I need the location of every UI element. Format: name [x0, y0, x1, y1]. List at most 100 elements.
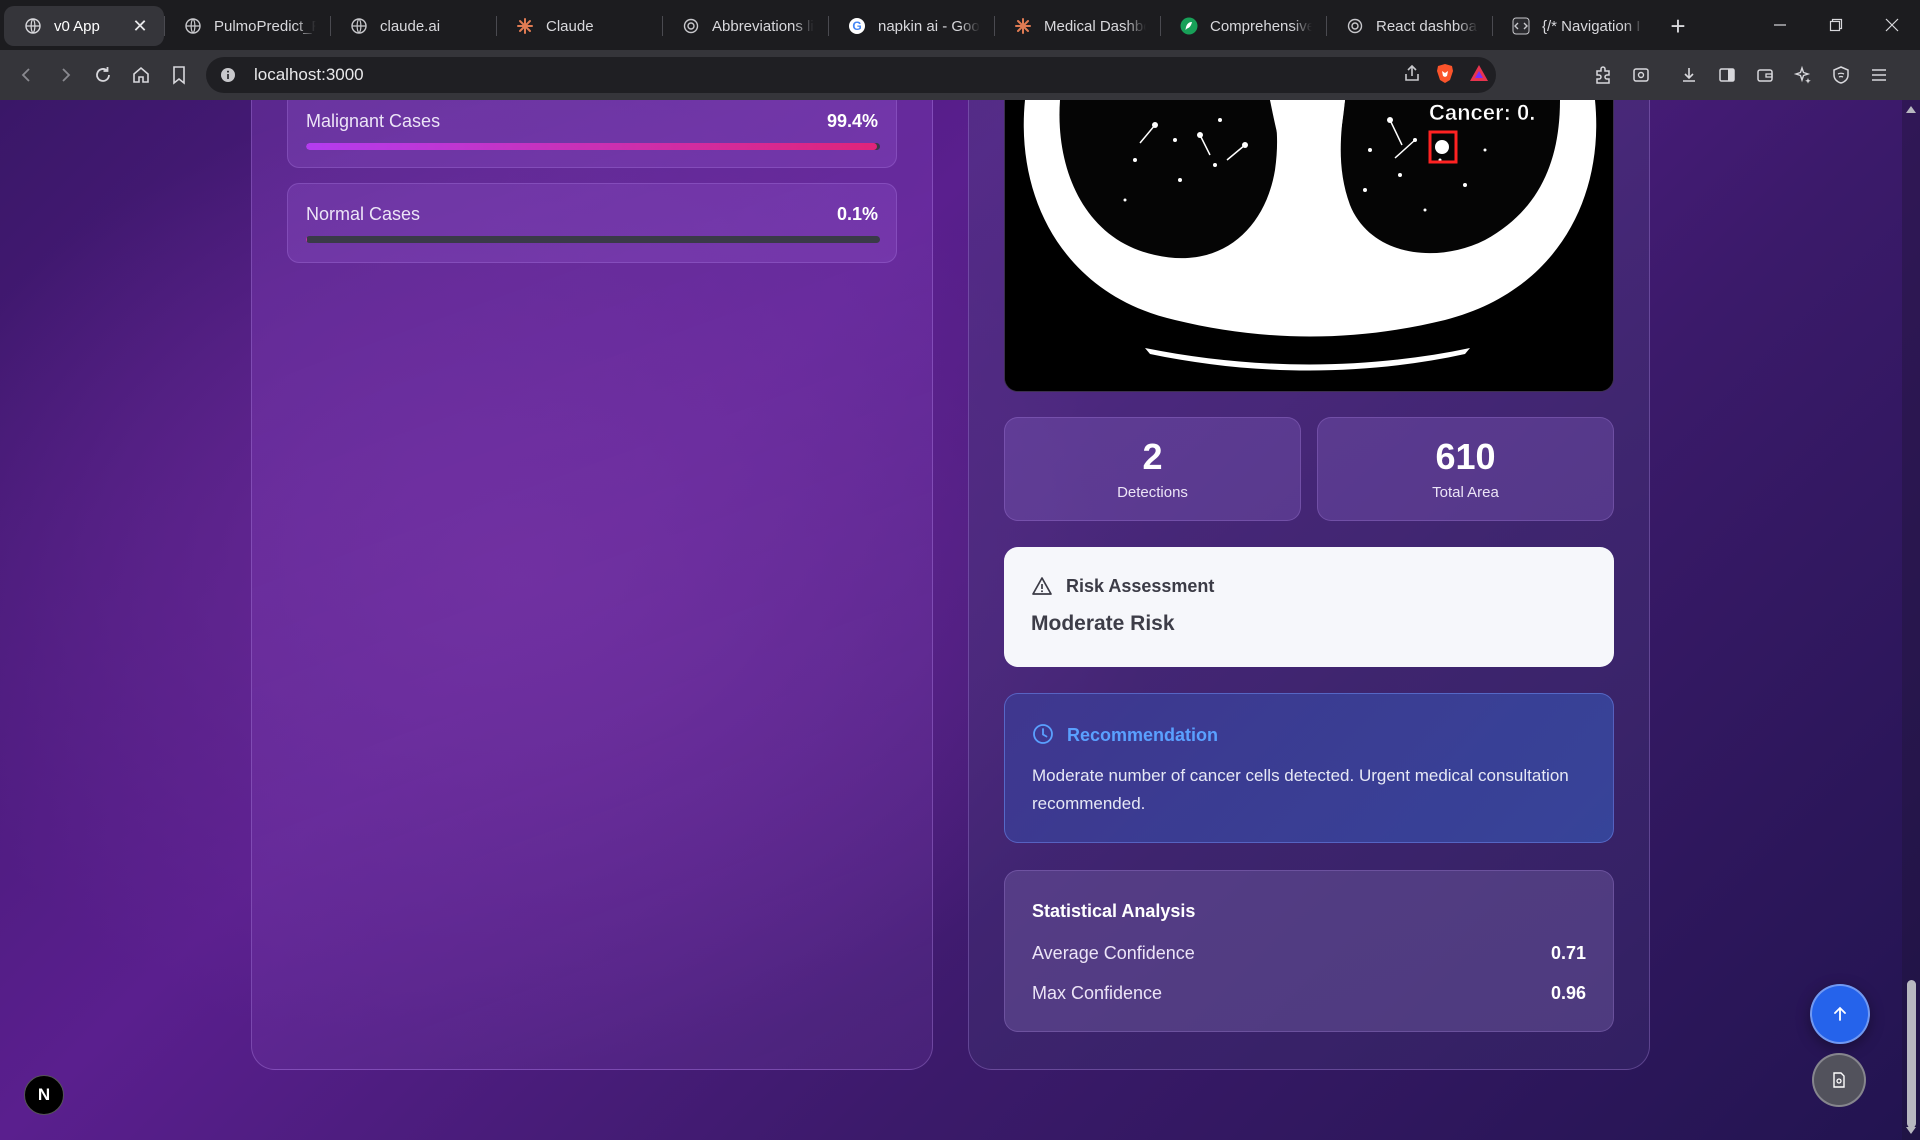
browser-tab-strip: v0 App ✕ PulmoPredict_R claude.ai Claude…: [0, 0, 1920, 50]
google-icon: G: [848, 17, 866, 35]
total-area-label: Total Area: [1432, 484, 1499, 501]
normal-cases-value: 0.1%: [836, 204, 878, 224]
scroll-down-arrow-icon[interactable]: [1906, 1127, 1916, 1134]
risk-assessment-card: Risk Assessment Moderate Risk: [1004, 547, 1614, 667]
tab-abbreviations[interactable]: Abbreviations li: [662, 6, 828, 46]
malignant-progress-bar: [306, 143, 880, 150]
total-area-value: 610: [1435, 436, 1496, 477]
site-info-icon[interactable]: [218, 65, 238, 85]
tab-comprehensive[interactable]: Comprehensive: [1160, 6, 1326, 46]
normal-cases-label: Normal Cases: [306, 204, 421, 224]
window-controls: [1752, 0, 1920, 50]
statistical-analysis-title: Statistical Analysis: [1032, 901, 1196, 921]
stat-row-average-confidence: Average Confidence 0.71: [1032, 943, 1586, 964]
malignant-cases-label: Malignant Cases: [306, 111, 441, 131]
menu-icon[interactable]: [1861, 56, 1896, 94]
recommendation-title: Recommendation: [1067, 725, 1219, 745]
page-scrollbar[interactable]: [1902, 100, 1920, 1140]
leo-ai-icon[interactable]: [1785, 56, 1820, 94]
stat-value: 0.96: [1550, 983, 1586, 1003]
recommendation-text: Moderate number of cancer cells detected…: [1032, 766, 1569, 813]
reader-icon[interactable]: [1623, 56, 1658, 94]
vpn-icon[interactable]: [1823, 56, 1858, 94]
wallet-icon[interactable]: [1747, 56, 1782, 94]
tab-v0-app[interactable]: v0 App ✕: [4, 6, 164, 46]
tab-title: claude.ai: [380, 17, 441, 35]
globe-icon: [184, 17, 202, 35]
stat-label: Max Confidence: [1032, 983, 1163, 1003]
tab-medical-dashboard[interactable]: Medical Dashbo: [994, 6, 1160, 46]
extensions-toolbar: [1585, 57, 1896, 93]
home-icon[interactable]: [122, 56, 160, 94]
forward-icon[interactable]: [46, 56, 84, 94]
scroll-to-top-button[interactable]: [1810, 984, 1870, 1044]
tab-pulmopredict[interactable]: PulmoPredict_R: [164, 6, 330, 46]
recommendation-card: Recommendation Moderate number of cancer…: [1004, 693, 1614, 843]
back-icon[interactable]: [8, 56, 46, 94]
warning-triangle-icon: [1031, 575, 1053, 602]
download-icon[interactable]: [1671, 56, 1706, 94]
export-report-button[interactable]: [1812, 1053, 1866, 1107]
malignant-cases-row: Malignant Cases 99.4%: [287, 100, 897, 168]
detections-label: Detections: [1117, 484, 1188, 501]
ct-scan-image: Cancer: 0.: [1004, 100, 1614, 392]
globe-icon: [24, 17, 42, 35]
scrollbar-thumb[interactable]: [1907, 980, 1916, 1128]
tab-navigation[interactable]: {/* Navigation I: [1492, 6, 1658, 46]
clock-icon: [1032, 723, 1054, 750]
tab-claude[interactable]: Claude: [496, 6, 662, 46]
tab-napkin-google[interactable]: G napkin ai - Goo: [828, 6, 994, 46]
share-icon[interactable]: [1402, 63, 1422, 88]
detections-value: 2: [1142, 436, 1163, 477]
svg-text:G: G: [852, 19, 861, 33]
total-area-card: 610 Total Area: [1317, 417, 1614, 521]
tab-claude-ai[interactable]: claude.ai: [330, 6, 496, 46]
stat-label: Average Confidence: [1032, 943, 1195, 963]
scroll-up-arrow-icon[interactable]: [1906, 106, 1916, 113]
arrow-up-icon: [1834, 1006, 1846, 1021]
brave-rewards-icon[interactable]: [1468, 62, 1490, 89]
tab-title: Medical Dashbo: [1044, 17, 1146, 35]
risk-level: Moderate Risk: [1031, 612, 1175, 635]
malignant-progress-fill: [306, 143, 877, 150]
reload-icon[interactable]: [84, 56, 122, 94]
claude-icon: [1014, 17, 1032, 35]
address-bar[interactable]: localhost:3000: [206, 57, 1496, 93]
detections-card: 2 Detections: [1004, 417, 1301, 521]
tab-react-dashboard[interactable]: React dashboar: [1326, 6, 1492, 46]
tab-title: {/* Navigation I: [1542, 17, 1641, 35]
address-bar-actions: [1402, 57, 1490, 93]
restore-icon[interactable]: [1808, 0, 1864, 50]
normal-progress-fill: [306, 236, 307, 243]
tab-title: napkin ai - Goo: [878, 17, 980, 35]
extensions-icon[interactable]: [1585, 56, 1620, 94]
risk-assessment-title: Risk Assessment: [1066, 576, 1215, 596]
close-tab-icon[interactable]: ✕: [130, 16, 150, 36]
sidebar-icon[interactable]: [1709, 56, 1744, 94]
openai-icon: [682, 17, 700, 35]
detection-label: Cancer: 0.: [1429, 100, 1535, 125]
tab-title: PulmoPredict_R: [214, 17, 316, 35]
page-content: Malignant Cases 99.4% Normal Cases 0.1%: [0, 100, 1920, 1140]
openai-icon: [1346, 17, 1364, 35]
feather-icon: [1180, 17, 1198, 35]
normal-progress-bar: [306, 236, 880, 243]
tab-title: v0 App: [54, 17, 100, 35]
bookmark-icon[interactable]: [160, 56, 198, 94]
code-icon: [1512, 17, 1530, 35]
tab-title: React dashboar: [1376, 17, 1478, 35]
claude-icon: [516, 17, 534, 35]
browser-toolbar: localhost:3000: [0, 50, 1920, 100]
stat-row-max-confidence: Max Confidence 0.96: [1032, 983, 1586, 1004]
tab-title: Comprehensive: [1210, 17, 1312, 35]
brave-shield-icon[interactable]: [1434, 62, 1456, 89]
statistical-analysis-card: Statistical Analysis Average Confidence …: [1004, 870, 1614, 1032]
document-icon: [1833, 1072, 1845, 1088]
stat-value: 0.71: [1550, 943, 1586, 963]
url-text[interactable]: localhost:3000: [254, 65, 364, 85]
malignant-cases-value: 99.4%: [826, 111, 878, 131]
nextjs-dev-badge[interactable]: N: [24, 1075, 64, 1115]
minimize-icon[interactable]: [1752, 0, 1808, 50]
close-window-icon[interactable]: [1864, 0, 1920, 50]
new-tab-button[interactable]: +: [1658, 6, 1698, 46]
